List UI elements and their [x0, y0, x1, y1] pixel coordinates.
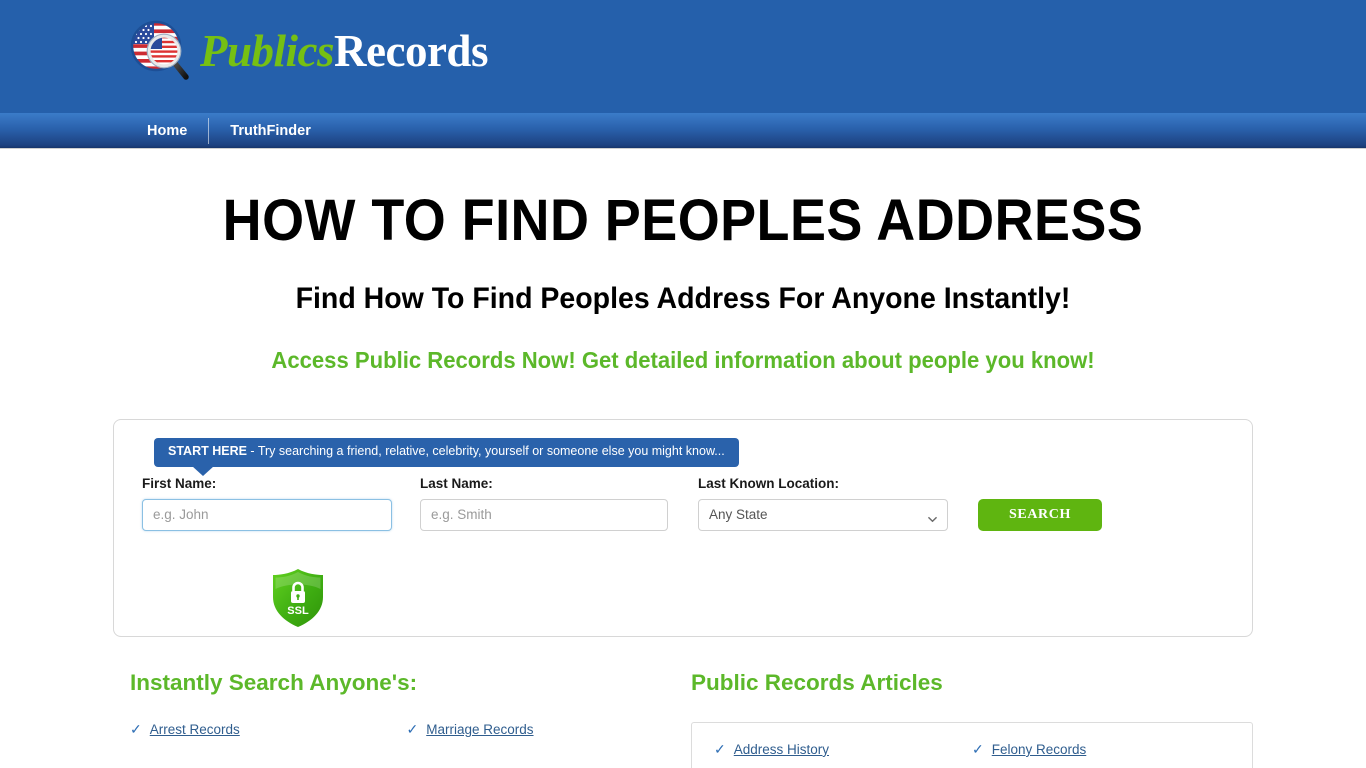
link-address-history[interactable]: Address History [734, 742, 829, 757]
ssl-badge-text: SSL [287, 605, 309, 617]
instant-search-links: ✓ Arrest Records ✓ Marriage Records [130, 722, 683, 758]
site-logo[interactable]: PublicsRecords [126, 18, 488, 84]
location-select[interactable]: Any State [698, 498, 948, 531]
start-here-strong: START HERE [168, 444, 247, 459]
first-name-field-group: First Name: [142, 477, 392, 531]
last-name-label: Last Name: [420, 476, 493, 492]
check-icon: ✓ [714, 740, 726, 757]
articles-links: ✓ Address History ✓ Felony Records [714, 742, 1230, 768]
nav-inner: Home TruthFinder [113, 113, 1253, 148]
link-felony-records[interactable]: Felony Records [992, 742, 1087, 757]
page-title: HOW TO FIND PEOPLES ADDRESS [222, 188, 1144, 253]
check-icon: ✓ [972, 740, 984, 757]
page-tagline: Access Public Records Now! Get detailed … [271, 346, 1095, 373]
nav-item-truthfinder[interactable]: TruthFinder [209, 113, 332, 149]
people-search-panel: START HERE - Try searching a friend, rel… [113, 419, 1253, 638]
link-arrest-records[interactable]: Arrest Records [150, 722, 240, 737]
shield-lock-icon: SSL [269, 567, 327, 629]
articles-column: Public Records Articles ✓ Address Histor… [683, 670, 1253, 768]
location-select-wrap: Any State [698, 498, 948, 531]
articles-box: ✓ Address History ✓ Felony Records [691, 721, 1253, 768]
list-item[interactable]: ✓ Address History [714, 742, 972, 757]
logo-word-publics: Publics [200, 25, 335, 76]
logo-word-records: Records [334, 25, 488, 76]
tooltip-arrow-icon [192, 465, 214, 476]
location-label: Last Known Location: [698, 476, 839, 492]
start-here-text: - Try searching a friend, relative, cele… [246, 444, 725, 459]
instant-search-column: Instantly Search Anyone's: ✓ Arrest Reco… [113, 670, 683, 768]
instant-search-heading: Instantly Search Anyone's: [130, 670, 418, 696]
location-field-group: Last Known Location: Any State [698, 477, 948, 531]
site-header: PublicsRecords [0, 0, 1366, 113]
articles-heading: Public Records Articles [691, 670, 943, 696]
list-item[interactable]: ✓ Marriage Records [407, 722, 684, 737]
last-name-input[interactable] [420, 498, 668, 531]
first-name-input[interactable] [142, 498, 392, 531]
last-name-field-group: Last Name: [420, 477, 668, 531]
logo-wordmark: PublicsRecords [200, 25, 488, 76]
search-form: First Name: Last Name: Last Known Locati… [114, 477, 1252, 531]
search-button[interactable]: SEARCH [978, 498, 1102, 531]
main-navigation: Home TruthFinder [0, 113, 1366, 149]
us-flag-magnifier-icon [126, 18, 198, 84]
hero-section: HOW TO FIND PEOPLES ADDRESS Find How To … [113, 149, 1253, 373]
bottom-columns: Instantly Search Anyone's: ✓ Arrest Reco… [113, 637, 1253, 768]
nav-item-home[interactable]: Home [126, 113, 208, 149]
header-inner: PublicsRecords [113, 0, 1253, 113]
list-item[interactable]: ✓ Felony Records [972, 742, 1230, 757]
start-here-tooltip: START HERE - Try searching a friend, rel… [154, 438, 739, 476]
page-subtitle: Find How To Find Peoples Address For Any… [295, 281, 1071, 315]
check-icon: ✓ [130, 720, 142, 737]
link-marriage-records[interactable]: Marriage Records [426, 722, 533, 737]
first-name-label: First Name: [142, 476, 217, 492]
list-item[interactable]: ✓ Arrest Records [130, 722, 407, 737]
check-icon: ✓ [406, 720, 419, 737]
